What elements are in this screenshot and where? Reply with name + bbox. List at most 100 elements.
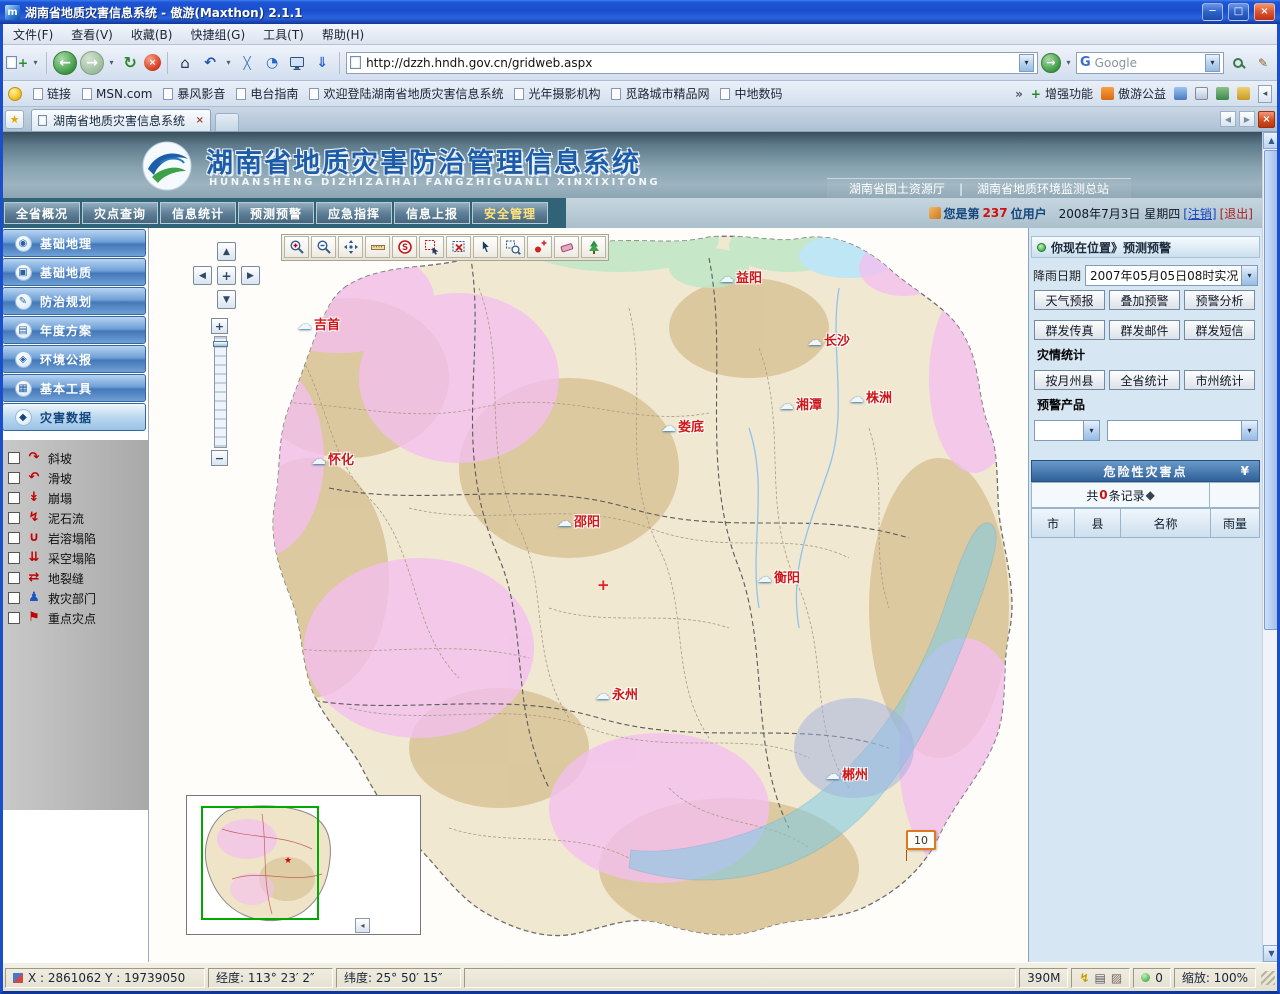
message-icon[interactable]	[1216, 87, 1229, 100]
layer-checkbox[interactable]	[8, 572, 20, 584]
folder-icon[interactable]: ▨	[1111, 971, 1122, 985]
close-tab-button[interactable]: ×	[1258, 111, 1275, 128]
pan-center-button[interactable]: +	[217, 266, 236, 285]
pan-left-button[interactable]: ◀	[193, 266, 212, 285]
scroll-down-button[interactable]: ▼	[1263, 945, 1280, 962]
collapse-linksbar-button[interactable]: ◂	[1258, 85, 1272, 103]
vertical-scrollbar[interactable]: ▲ ▼	[1262, 132, 1280, 962]
danger-panel-collapse-icon[interactable]: ¥	[1241, 464, 1251, 478]
home-button[interactable]: ⌂	[174, 50, 196, 76]
layer-row[interactable]: ↷ 斜坡	[0, 448, 148, 468]
pointer-tool[interactable]	[473, 236, 498, 258]
new-tab-stub[interactable]	[215, 113, 239, 131]
menu-item[interactable]: 查看(V)	[62, 24, 122, 45]
map-flag-marker[interactable]: 10	[906, 830, 936, 850]
add-point-tool[interactable]	[527, 236, 552, 258]
new-tab-button[interactable]: +	[6, 50, 28, 76]
address-bar[interactable]: http://dzzh.hndh.gov.cn/gridweb.aspx ▾	[346, 52, 1038, 74]
restore-button[interactable]: □	[1228, 3, 1249, 21]
address-dropdown[interactable]: ▾	[1019, 54, 1034, 72]
undo-dropdown[interactable]: ▾	[224, 58, 233, 67]
tabs-scroll-left-button[interactable]: ◀	[1220, 111, 1236, 127]
gift-icon[interactable]	[1237, 87, 1250, 100]
nav-tab[interactable]: 预测预警	[238, 202, 314, 224]
favorites-sidebar-button[interactable]: ★	[5, 110, 24, 129]
highlight-button[interactable]: ✎	[1252, 50, 1274, 76]
tab-close-icon[interactable]: ×	[196, 115, 204, 126]
layer-checkbox[interactable]	[8, 472, 20, 484]
sidebar-item-basic-tools[interactable]: ▦基本工具	[2, 374, 146, 402]
menu-item[interactable]: 收藏(B)	[122, 24, 182, 45]
menu-item[interactable]: 文件(F)	[4, 24, 62, 45]
address-text[interactable]: http://dzzh.hndh.gov.cn/gridweb.aspx	[366, 56, 1014, 70]
layer-row[interactable]: ↯ 泥石流	[0, 508, 148, 528]
new-tab-dropdown[interactable]: ▾	[31, 58, 40, 67]
boost-icon[interactable]: ↯	[1079, 971, 1089, 985]
link-geo-monitor-station[interactable]: 湖南省地质环境监测总站	[977, 180, 1109, 197]
sidebar-item-base-geology[interactable]: ▣基础地质	[2, 258, 146, 286]
zoom-slider-handle[interactable]	[213, 341, 228, 347]
search-engine-dropdown[interactable]: ▾	[1205, 54, 1220, 72]
close-button[interactable]: ×	[1254, 3, 1275, 21]
links-bar-item[interactable]: 电台指南	[236, 85, 298, 102]
sidebar-item-disaster-data[interactable]: ◆灾害数据	[2, 403, 146, 431]
zoom-slider-minus-button[interactable]: −	[211, 450, 228, 466]
go-dropdown[interactable]: ▾	[1064, 58, 1073, 67]
history-button[interactable]: ◔	[261, 50, 283, 76]
status-popup-cell[interactable]: 0	[1133, 968, 1171, 988]
links-bar-item[interactable]: MSN.com	[82, 87, 152, 101]
links-bar-item[interactable]: 中地数码	[720, 85, 782, 102]
zoom-in-tool[interactable]	[284, 236, 309, 258]
nav-tab[interactable]: 应急指挥	[316, 202, 392, 224]
layer-row[interactable]: ⚑ 重点灾点	[0, 608, 148, 628]
plugin-button[interactable]: ╳	[236, 50, 258, 76]
zoom-out-tool[interactable]	[311, 236, 336, 258]
download-button[interactable]: ⇓	[311, 50, 333, 76]
sidebar-item-base-geography[interactable]: ◉基础地理	[2, 229, 146, 257]
links-bar-item[interactable]: 欢迎登陆湖南省地质灾害信息系统	[309, 85, 503, 102]
pan-down-button[interactable]: ▼	[217, 290, 236, 309]
layer-row[interactable]: ⇄ 地裂缝	[0, 568, 148, 588]
logout-link[interactable]: [注销]	[1183, 205, 1216, 222]
layer-checkbox[interactable]	[8, 532, 20, 544]
go-button[interactable]: →	[1041, 53, 1061, 73]
zoom-slider-track[interactable]	[214, 336, 227, 448]
nav-tab[interactable]: 信息上报	[394, 202, 470, 224]
forecast-button[interactable]: 叠加预警	[1109, 290, 1180, 310]
eraser-tool[interactable]	[554, 236, 579, 258]
tabs-scroll-right-button[interactable]: ▶	[1239, 111, 1255, 127]
product-select-2[interactable]: ▾	[1107, 420, 1258, 441]
search-box[interactable]: G Google ▾	[1076, 52, 1224, 74]
charity-link[interactable]: 傲游公益	[1101, 85, 1166, 102]
layer-checkbox[interactable]	[8, 612, 20, 624]
pan-right-button[interactable]: ▶	[241, 266, 260, 285]
exit-link[interactable]: [退出]	[1220, 205, 1253, 222]
layer-row[interactable]: ♟ 救灾部门	[0, 588, 148, 608]
menu-item[interactable]: 工具(T)	[254, 24, 313, 45]
pager-icon[interactable]: ◆	[1146, 488, 1155, 502]
links-bar-item[interactable]: 链接	[33, 85, 71, 102]
stats-button[interactable]: 市州统计	[1184, 370, 1255, 390]
links-bar-item[interactable]: 觅路城市精品网	[611, 85, 709, 102]
refresh-button[interactable]: ↻	[119, 50, 141, 76]
forward-button[interactable]: →	[80, 51, 104, 75]
layer-checkbox[interactable]	[8, 592, 20, 604]
menu-item[interactable]: 快捷组(G)	[181, 24, 254, 45]
layer-checkbox[interactable]	[8, 492, 20, 504]
links-bar-item[interactable]: 暴风影音	[163, 85, 225, 102]
select-rect-tool[interactable]	[419, 236, 444, 258]
minimize-button[interactable]: ─	[1202, 3, 1223, 21]
print-icon[interactable]: ▤	[1095, 971, 1106, 985]
overview-map[interactable]: ★ ◂	[186, 795, 421, 935]
scroll-up-button[interactable]: ▲	[1263, 132, 1280, 149]
layer-checkbox[interactable]	[8, 552, 20, 564]
history-dropdown[interactable]: ▾	[107, 58, 116, 67]
pan-up-button[interactable]: ▲	[217, 242, 236, 261]
layer-row[interactable]: ↶ 滑坡	[0, 468, 148, 488]
stop-tool[interactable]: S	[392, 236, 417, 258]
stats-button[interactable]: 全省统计	[1109, 370, 1180, 390]
menu-item[interactable]: 帮助(H)	[313, 24, 373, 45]
active-tab[interactable]: 湖南省地质灾害信息系统 ×	[31, 109, 211, 131]
stats-button[interactable]: 按月州县	[1034, 370, 1105, 390]
nav-tab[interactable]: 灾点查询	[82, 202, 158, 224]
